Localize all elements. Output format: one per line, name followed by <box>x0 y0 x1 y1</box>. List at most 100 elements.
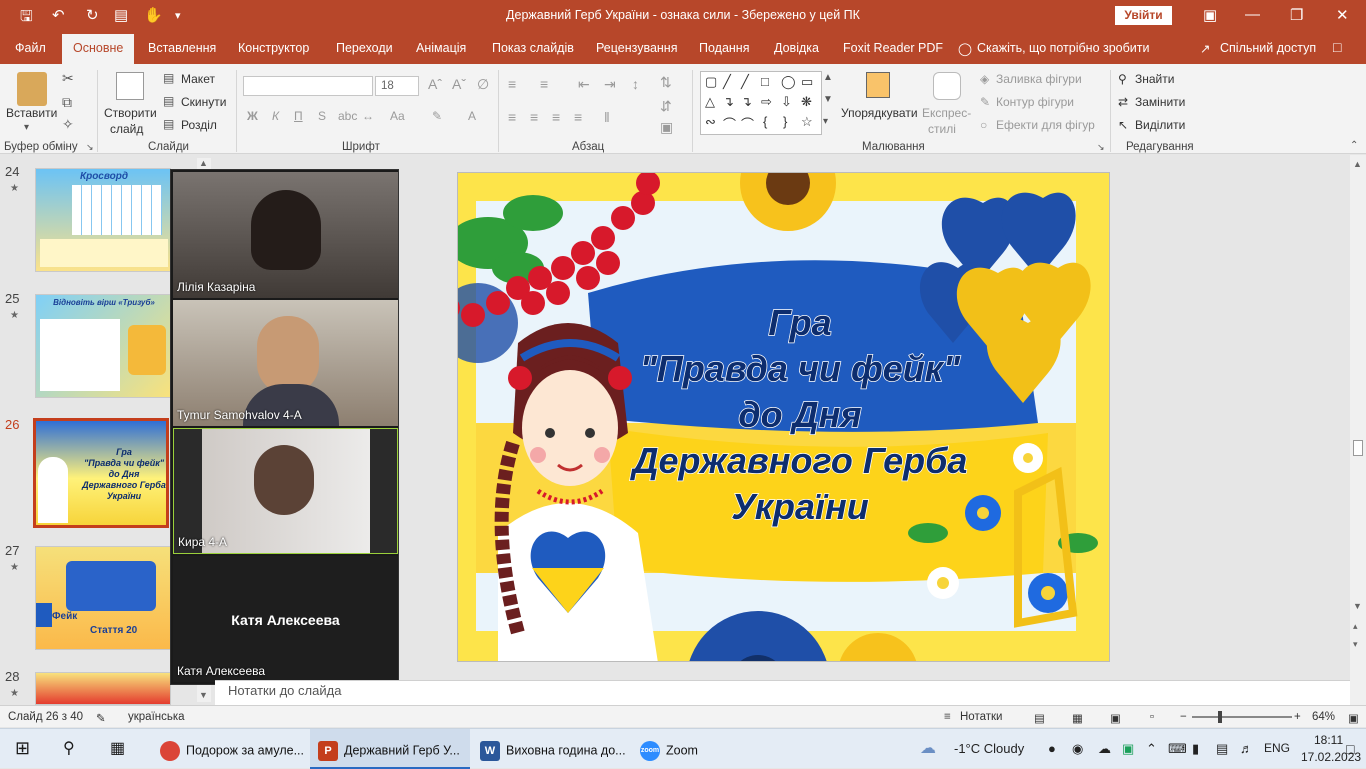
scroll-down-icon[interactable]: ▼ <box>1353 601 1362 611</box>
keyboard-icon[interactable]: ⌨ <box>1168 741 1187 757</box>
tell-me-search[interactable]: Скажіть, що потрібно зробити <box>977 41 1150 55</box>
weather-text[interactable]: -1°C Cloudy <box>954 741 1024 756</box>
ribbon-display-icon[interactable]: ▣ <box>1203 6 1217 24</box>
fit-slide-icon[interactable]: ▣ <box>1348 711 1359 725</box>
normal-view-icon[interactable]: ▤ <box>1034 711 1045 725</box>
zoom-slider-thumb[interactable] <box>1218 711 1222 723</box>
layout-button[interactable]: Макет <box>181 72 215 86</box>
tab-view[interactable]: Подання <box>699 41 749 55</box>
underline-button[interactable]: П <box>294 109 303 123</box>
italic-button[interactable]: К <box>272 109 279 123</box>
cut-icon[interactable]: ✂ <box>62 70 74 87</box>
shapes-gallery[interactable]: ▢ ╱ ╱ □ ◯ ▭ △ ↴ ↴ ⇨ ⇩ ❋ ∾ ⌒ ⌒{} ☆ <box>700 71 822 135</box>
shapes-down-icon[interactable]: ▼ <box>823 94 833 105</box>
shape-fill-button[interactable]: Заливка фігури <box>996 72 1082 86</box>
show-hidden-icon[interactable]: ⌃ <box>1146 741 1157 757</box>
select-button[interactable]: Виділити <box>1135 118 1185 132</box>
zoom-out-icon[interactable]: − <box>1180 711 1187 723</box>
new-slide-icon[interactable] <box>116 72 144 100</box>
align-text-icon[interactable]: ⇵ <box>660 98 672 115</box>
paste-button[interactable]: Вставити <box>6 106 57 120</box>
scroll-up-icon[interactable]: ▲ <box>199 158 208 168</box>
font-color-icon[interactable]: A <box>468 109 476 123</box>
new-slide-button[interactable]: Створити <box>104 106 157 120</box>
arrange-icon[interactable] <box>866 72 890 98</box>
scroll-up-icon[interactable]: ▲ <box>1353 159 1362 169</box>
tab-design[interactable]: Конструктор <box>238 41 309 55</box>
tab-slideshow[interactable]: Показ слайдів <box>492 41 574 55</box>
justify-icon[interactable]: ≡ <box>574 109 582 125</box>
taskbar-item-powerpoint[interactable]: P Державний Герб У... <box>310 729 470 769</box>
search-icon[interactable]: ⚲ <box>63 738 75 758</box>
participant-video[interactable]: Tymur Samohvalov 4-A <box>173 300 398 426</box>
shadow-button[interactable]: S <box>318 109 326 123</box>
tab-help[interactable]: Довідка <box>774 41 819 55</box>
tab-animations[interactable]: Анімація <box>416 41 466 55</box>
slide-title[interactable]: Гра "Правда чи фейк" до Дня Державного Г… <box>610 300 990 530</box>
quick-styles-icon[interactable] <box>933 72 961 100</box>
char-spacing-icon[interactable]: ↔ <box>362 109 374 123</box>
slide-thumbnail-26[interactable]: Гра "Правда чи фейк" до Дня Державного Герб… <box>33 418 169 528</box>
taskbar-item-zoom[interactable]: zoom Zoom <box>634 729 724 769</box>
sign-in-button[interactable]: Увійти <box>1115 6 1172 25</box>
slide-scrollbar[interactable]: ▲ ▼ ▴ ▾ <box>1350 155 1366 705</box>
tray-app-icon[interactable]: ▣ <box>1122 741 1134 757</box>
clipboard-launcher-icon[interactable]: ↘ <box>86 142 94 153</box>
taskbar-item-chrome[interactable]: Подорож за амуле... <box>152 729 308 769</box>
collapse-ribbon-icon[interactable]: ⌃ <box>1350 140 1358 151</box>
participant-video-off[interactable]: Катя Алексеева Катя Алексеева <box>173 556 398 682</box>
slide-thumbnail-28[interactable] <box>35 672 171 705</box>
notifications-icon[interactable]: □ <box>1346 741 1354 757</box>
align-right-icon[interactable]: ≡ <box>552 109 560 125</box>
slide-thumbnail-24[interactable]: Кросворд <box>35 168 171 272</box>
reading-view-icon[interactable]: ▣ <box>1110 711 1121 725</box>
onedrive-icon[interactable]: ☁ <box>1098 741 1111 757</box>
replace-button[interactable]: Замінити <box>1135 95 1185 109</box>
slideshow-view-icon[interactable]: ▫ <box>1150 711 1154 723</box>
zoom-level[interactable]: 64% <box>1312 711 1335 723</box>
zoom-tray-icon[interactable]: ◉ <box>1072 741 1083 757</box>
quick-styles-label2[interactable]: стилі <box>928 122 956 136</box>
taskbar-item-word[interactable]: W Виховна година до... <box>472 729 632 769</box>
task-view-icon[interactable]: ▦ <box>110 738 125 758</box>
highlight-icon[interactable]: ✎ <box>432 109 442 123</box>
decrease-indent-icon[interactable]: ⇤ <box>578 76 590 93</box>
find-button[interactable]: Знайти <box>1135 72 1174 86</box>
scroll-down-icon[interactable]: ▼ <box>199 690 208 700</box>
tab-transitions[interactable]: Переходи <box>336 41 393 55</box>
share-icon[interactable]: ↗ <box>1200 41 1210 56</box>
windows-start-icon[interactable]: ⊞ <box>15 738 30 759</box>
strikethrough-icon[interactable]: abc <box>338 109 357 123</box>
quick-styles-button[interactable]: Експрес- <box>922 106 971 120</box>
text-direction-icon[interactable]: ⇅ <box>660 74 672 91</box>
format-painter-icon[interactable]: ✧ <box>62 116 74 133</box>
minimize-button[interactable]: — <box>1245 6 1260 23</box>
notes-toggle-button[interactable]: Нотатки <box>960 711 1002 723</box>
increase-font-icon[interactable]: Aˆ <box>428 76 442 92</box>
prev-slide-icon[interactable]: ▴ <box>1353 621 1358 632</box>
notes-pane[interactable]: Нотатки до слайда <box>215 680 1350 705</box>
slide-sorter-icon[interactable]: ▦ <box>1072 711 1083 725</box>
section-button[interactable]: Розділ <box>181 118 217 132</box>
font-name-field[interactable] <box>243 76 373 96</box>
shape-outline-button[interactable]: Контур фігури <box>996 95 1074 109</box>
align-left-icon[interactable]: ≡ <box>508 109 516 125</box>
clear-format-icon[interactable]: ∅ <box>477 76 489 93</box>
microphone-icon[interactable]: ● <box>1048 741 1056 756</box>
close-button[interactable]: ✕ <box>1336 6 1349 24</box>
arrange-button[interactable]: Упорядкувати <box>841 106 918 120</box>
copy-icon[interactable]: ⧉ <box>62 94 72 111</box>
next-slide-icon[interactable]: ▾ <box>1353 639 1358 650</box>
tab-review[interactable]: Рецензування <box>596 41 677 55</box>
slide-thumbnail-25[interactable]: Відновіть вірш «Тризуб» <box>35 294 171 398</box>
scroll-thumb[interactable] <box>1353 440 1363 456</box>
network-icon[interactable]: ▤ <box>1216 741 1228 757</box>
bullets-icon[interactable]: ≡ <box>508 76 516 92</box>
align-center-icon[interactable]: ≡ <box>530 109 538 125</box>
new-slide-label2[interactable]: слайд <box>110 122 143 136</box>
shapes-up-icon[interactable]: ▲ <box>823 72 833 83</box>
participant-video[interactable]: Лілія Казаріна <box>173 172 398 298</box>
input-language[interactable]: ENG <box>1264 741 1290 755</box>
change-case-button[interactable]: Aa <box>390 109 405 123</box>
tab-file[interactable]: Файл <box>15 41 46 55</box>
